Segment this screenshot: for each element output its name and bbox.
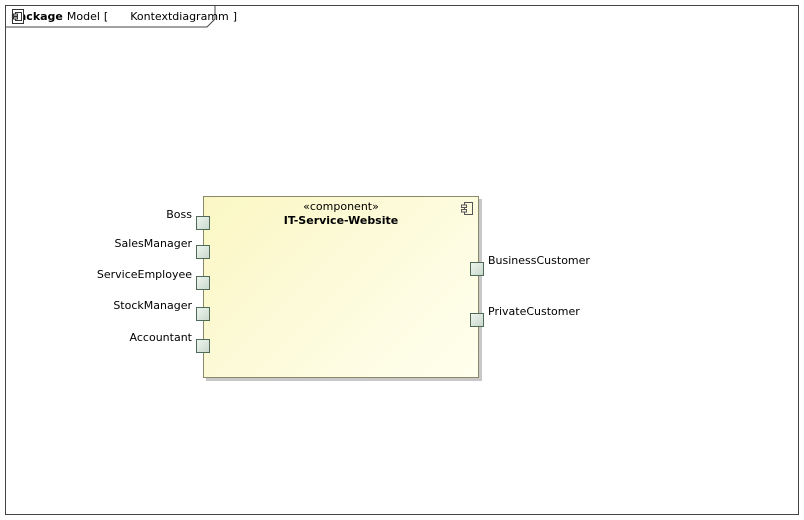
- port-label-businesscustomer: BusinessCustomer: [488, 254, 590, 267]
- component-diagram-icon: [12, 9, 126, 24]
- frame-label: package Model [ Kontextdiagramm ]: [11, 9, 237, 24]
- component-name: IT-Service-Website: [283, 214, 399, 227]
- component-it-service-website[interactable]: «component» IT-Service-Website: [203, 196, 479, 378]
- port-label-privatecustomer: PrivateCustomer: [488, 305, 580, 318]
- component-icon: [461, 200, 473, 215]
- port-label-accountant: Accountant: [129, 331, 192, 344]
- component-stereotype: «component»: [303, 200, 379, 213]
- frame-owner: Model: [66, 10, 100, 23]
- frame-open-bracket: [: [103, 10, 109, 23]
- port-stockmanager[interactable]: [196, 307, 210, 321]
- port-label-boss: Boss: [166, 208, 192, 221]
- port-privatecustomer[interactable]: [470, 313, 484, 327]
- port-boss[interactable]: [196, 216, 210, 230]
- port-salesmanager[interactable]: [196, 245, 210, 259]
- port-label-serviceemployee: ServiceEmployee: [96, 268, 192, 281]
- frame-tab: package Model [ Kontextdiagramm ]: [6, 6, 237, 28]
- port-serviceemployee[interactable]: [196, 276, 210, 290]
- port-label-salesmanager: SalesManager: [114, 237, 193, 250]
- frame-diagram-name: Kontextdiagramm: [130, 10, 229, 23]
- port-accountant[interactable]: [196, 339, 210, 353]
- port-label-stockmanager: StockManager: [113, 299, 192, 312]
- port-businesscustomer[interactable]: [470, 262, 484, 276]
- frame-close-bracket: ]: [232, 10, 238, 23]
